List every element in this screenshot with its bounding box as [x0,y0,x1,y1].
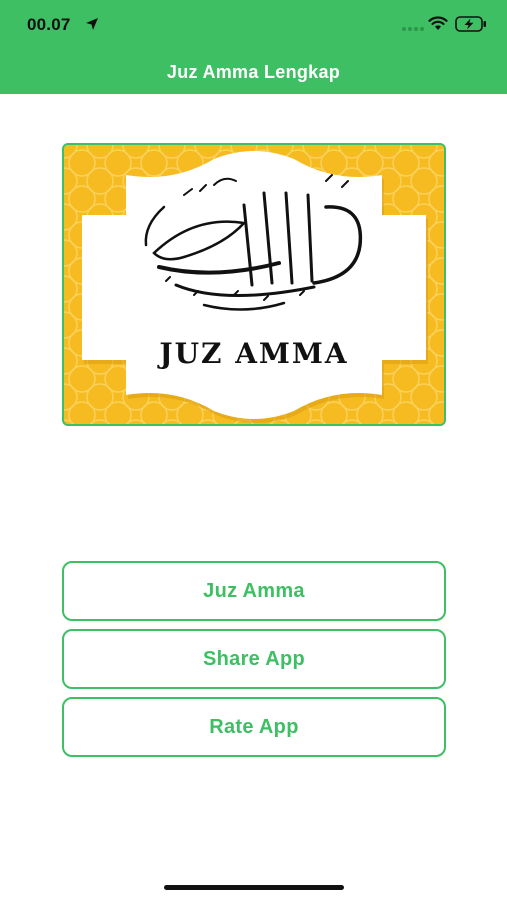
juz-amma-button[interactable]: Juz Amma [62,561,446,621]
app-screen: 00.07 Juz Amma Lengkap JUZ AMMA Juz Amma… [0,0,507,900]
juz-amma-button-label: Juz Amma [203,579,305,602]
cellular-dots-icon [402,27,424,31]
banner-caption: JUZ AMMA [159,337,349,370]
banner-artwork [64,145,444,424]
rate-app-button-label: Rate App [209,715,299,738]
app-header: 00.07 Juz Amma Lengkap [0,0,507,94]
status-time: 00.07 [27,15,71,34]
rate-app-button[interactable]: Rate App [62,697,446,757]
share-app-button-label: Share App [203,647,305,670]
battery-charging-icon [455,16,486,32]
page-title: Juz Amma Lengkap [166,62,341,82]
juz-amma-banner: JUZ AMMA [62,143,446,426]
home-indicator[interactable] [164,885,344,890]
location-arrow-icon [86,18,98,30]
share-app-button[interactable]: Share App [62,629,446,689]
wifi-icon [428,16,448,30]
